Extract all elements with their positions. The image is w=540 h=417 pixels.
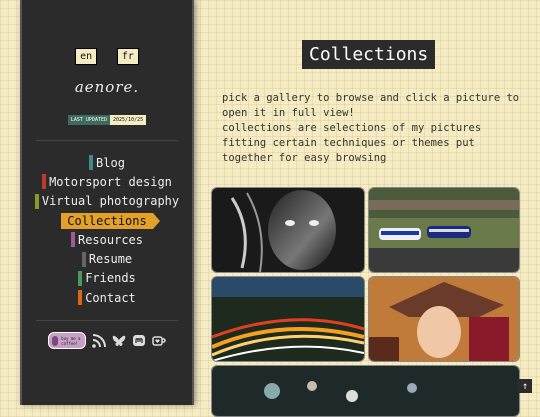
nav-label: Collections <box>61 212 161 229</box>
bluesky-icon[interactable] <box>112 334 126 348</box>
nav-color-marker <box>81 251 86 267</box>
nav-color-marker <box>89 155 94 171</box>
nav-item-friends[interactable]: Friends <box>22 269 192 288</box>
nav-label: Resume <box>88 252 133 267</box>
gallery-card-race-cars[interactable] <box>368 187 520 273</box>
nav-label: Resources <box>77 232 144 247</box>
gallery-card-bw-portrait[interactable] <box>211 187 365 273</box>
lang-en-button[interactable]: en <box>75 48 98 65</box>
site-logo[interactable]: aenore. <box>22 78 192 96</box>
rss-icon[interactable] <box>92 333 106 348</box>
description-line: pick a gallery to browse and click a pic… <box>222 92 520 119</box>
nav-label: Friends <box>85 271 136 286</box>
description-line: collections are selections of my picture… <box>222 122 482 164</box>
nav-label: Motorsport design <box>49 174 172 189</box>
nav-item-blog[interactable]: Blog <box>22 153 192 172</box>
nav-color-marker <box>70 232 75 248</box>
nav-item-virtual-photography[interactable]: Virtual photography <box>22 192 192 211</box>
gallery-card-light-trails[interactable] <box>211 276 365 362</box>
light-trails-image <box>212 277 364 361</box>
kofi-cup-icon[interactable] <box>152 334 166 348</box>
social-links: buy me a coffee! <box>22 332 192 349</box>
language-switcher: en fr <box>22 44 192 65</box>
nav-color-marker <box>78 270 83 286</box>
character-image <box>369 277 519 361</box>
nav-item-resources[interactable]: Resources <box>22 230 192 249</box>
divider <box>36 320 178 321</box>
nav-label: Blog <box>96 155 125 170</box>
scroll-to-top-button[interactable]: ↑ <box>518 379 532 393</box>
last-updated-badge: LAST UPDATED 2025/10/25 <box>22 115 192 125</box>
mastodon-icon[interactable] <box>132 334 146 348</box>
gallery-card-blurred-track[interactable] <box>211 365 520 417</box>
blurred-track-image <box>212 366 519 416</box>
kofi-label: buy me a coffee! <box>61 335 81 346</box>
nav-label: Contact <box>85 290 136 305</box>
nav-color-marker <box>34 193 39 209</box>
main-nav: Blog Motorsport design Virtual photography… <box>22 153 192 307</box>
nav-item-motorsport-design[interactable]: Motorsport design <box>22 172 192 191</box>
kofi-button[interactable]: buy me a coffee! <box>48 332 86 349</box>
race-cars-image <box>369 188 519 272</box>
divider <box>36 140 178 141</box>
sidebar: en fr aenore. LAST UPDATED 2025/10/25 Blo… <box>20 0 194 405</box>
nav-color-marker <box>78 290 83 306</box>
last-updated-date: 2025/10/25 <box>110 115 147 125</box>
nav-color-marker <box>42 174 47 190</box>
bw-portrait-image <box>212 188 364 272</box>
last-updated-label: LAST UPDATED <box>67 115 110 125</box>
lang-fr-button[interactable]: fr <box>116 48 139 65</box>
nav-item-contact[interactable]: Contact <box>22 288 192 307</box>
gallery-card-character[interactable] <box>368 276 520 362</box>
kofi-cup-icon <box>52 335 59 346</box>
page-title: Collections <box>302 40 436 69</box>
nav-label: Virtual photography <box>41 194 180 209</box>
nav-item-resume[interactable]: Resume <box>22 249 192 268</box>
page-description: pick a gallery to browse and click a pic… <box>222 91 522 166</box>
nav-item-collections[interactable]: Collections <box>22 211 192 230</box>
